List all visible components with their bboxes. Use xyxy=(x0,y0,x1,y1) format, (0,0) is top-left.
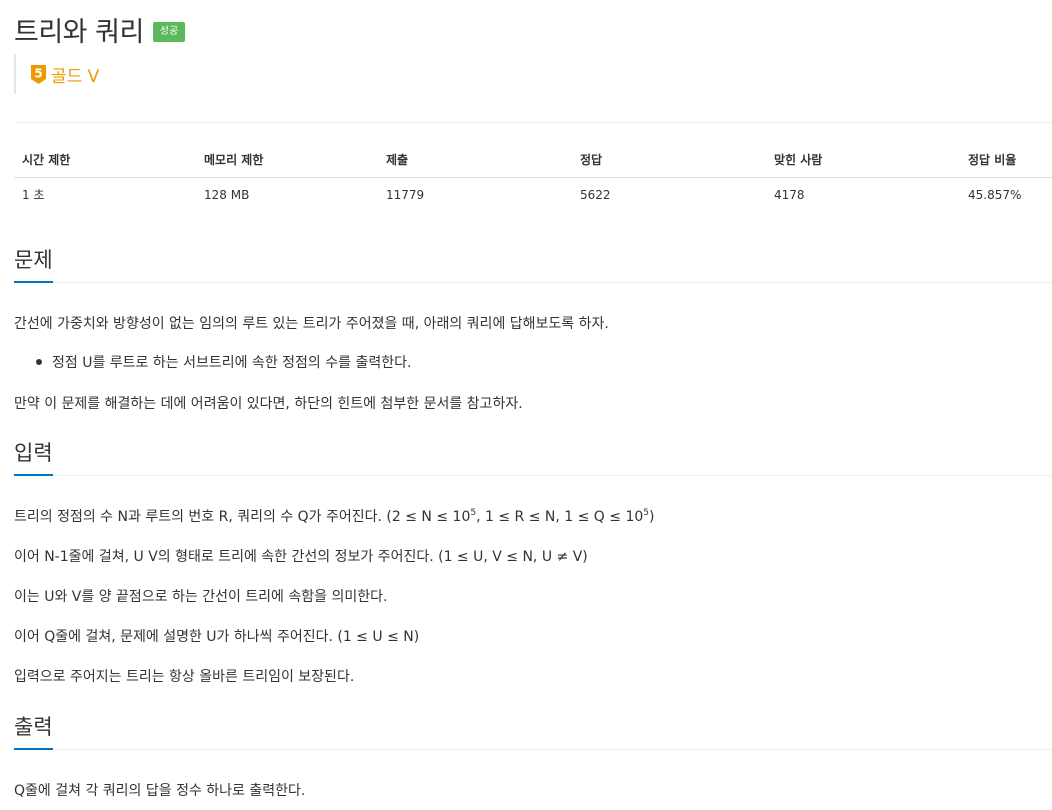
header-accept-ratio: 정답 비율 xyxy=(960,142,1052,178)
accept-ratio-value: 45.857% xyxy=(968,187,1022,202)
description-paragraph: 만약 이 문제를 해결하는 데에 어려움이 있다면, 하단의 힌트에 첨부한 문… xyxy=(14,396,523,412)
accepted-value[interactable]: 5622 xyxy=(572,177,766,212)
divider xyxy=(14,122,1052,123)
header-accepted: 정답 xyxy=(572,142,766,178)
input-paragraph: 입력으로 주어지는 트리는 항상 올바른 트리임이 보장된다. xyxy=(14,669,355,685)
page-title: 트리와 쿼리 xyxy=(14,17,144,48)
section-output-header: 출력 xyxy=(14,711,1052,750)
header-time-limit: 시간 제한 xyxy=(14,142,196,178)
gold-tier-icon: 5 xyxy=(31,64,46,84)
submissions-value[interactable]: 11779 xyxy=(378,177,572,212)
problem-info-table: 시간 제한 메모리 제한 제출 정답 맞힌 사람 정답 비율 1 초 128 M… xyxy=(14,142,1052,212)
tier-number: 5 xyxy=(34,66,42,80)
input-text: 트리의 정점의 수 N과 루트의 번호 R, 쿼리의 수 Q가 주어진다. (2… xyxy=(14,509,471,525)
bullet-icon xyxy=(36,359,42,365)
status-badge: 성공 xyxy=(152,21,186,42)
list-item: 정점 U를 루트로 하는 서브트리에 속한 정점의 수를 출력한다. xyxy=(52,355,412,371)
section-title: 문제 xyxy=(14,244,53,283)
input-paragraph: 트리의 정점의 수 N과 루트의 번호 R, 쿼리의 수 Q가 주어진다. (2… xyxy=(14,506,654,526)
tier-label: 골드 V xyxy=(51,66,100,87)
header-memory-limit: 메모리 제한 xyxy=(196,142,378,178)
header-submissions: 제출 xyxy=(378,142,572,178)
header-solvers: 맞힌 사람 xyxy=(766,142,960,178)
input-paragraph: 이어 N-1줄에 걸쳐, U V의 형태로 트리에 속한 간선의 정보가 주어진… xyxy=(14,549,588,565)
time-limit-value: 1 초 xyxy=(22,188,45,203)
output-paragraph: Q줄에 걸쳐 각 쿼리의 답을 정수 하나로 출력한다. xyxy=(14,783,306,799)
memory-limit-value: 128 MB xyxy=(204,187,250,202)
table-header-row: 시간 제한 메모리 제한 제출 정답 맞힌 사람 정답 비율 xyxy=(14,142,1052,178)
table-row: 1 초 128 MB 11779 5622 4178 45.857% xyxy=(14,177,1052,212)
section-input-header: 입력 xyxy=(14,437,1052,476)
input-paragraph: 이는 U와 V를 양 끝점으로 하는 간선이 트리에 속함을 의미한다. xyxy=(14,589,388,605)
solvers-value[interactable]: 4178 xyxy=(766,177,960,212)
input-text: ) xyxy=(649,509,655,525)
input-paragraph: 이어 Q줄에 걸쳐, 문제에 설명한 U가 하나씩 주어진다. (1 ≤ U ≤… xyxy=(14,629,420,645)
problem-header: 트리와 쿼리 성공 xyxy=(14,10,186,49)
section-title: 입력 xyxy=(14,437,53,476)
input-text: , 1 ≤ R ≤ N, 1 ≤ Q ≤ 10 xyxy=(476,509,644,525)
tier-block[interactable]: 5 골드 V xyxy=(14,54,99,94)
section-description-header: 문제 xyxy=(14,244,1052,283)
section-title: 출력 xyxy=(14,711,53,750)
description-paragraph: 간선에 가중치와 방향성이 없는 임의의 루트 있는 트리가 주어졌을 때, 아… xyxy=(14,316,609,332)
